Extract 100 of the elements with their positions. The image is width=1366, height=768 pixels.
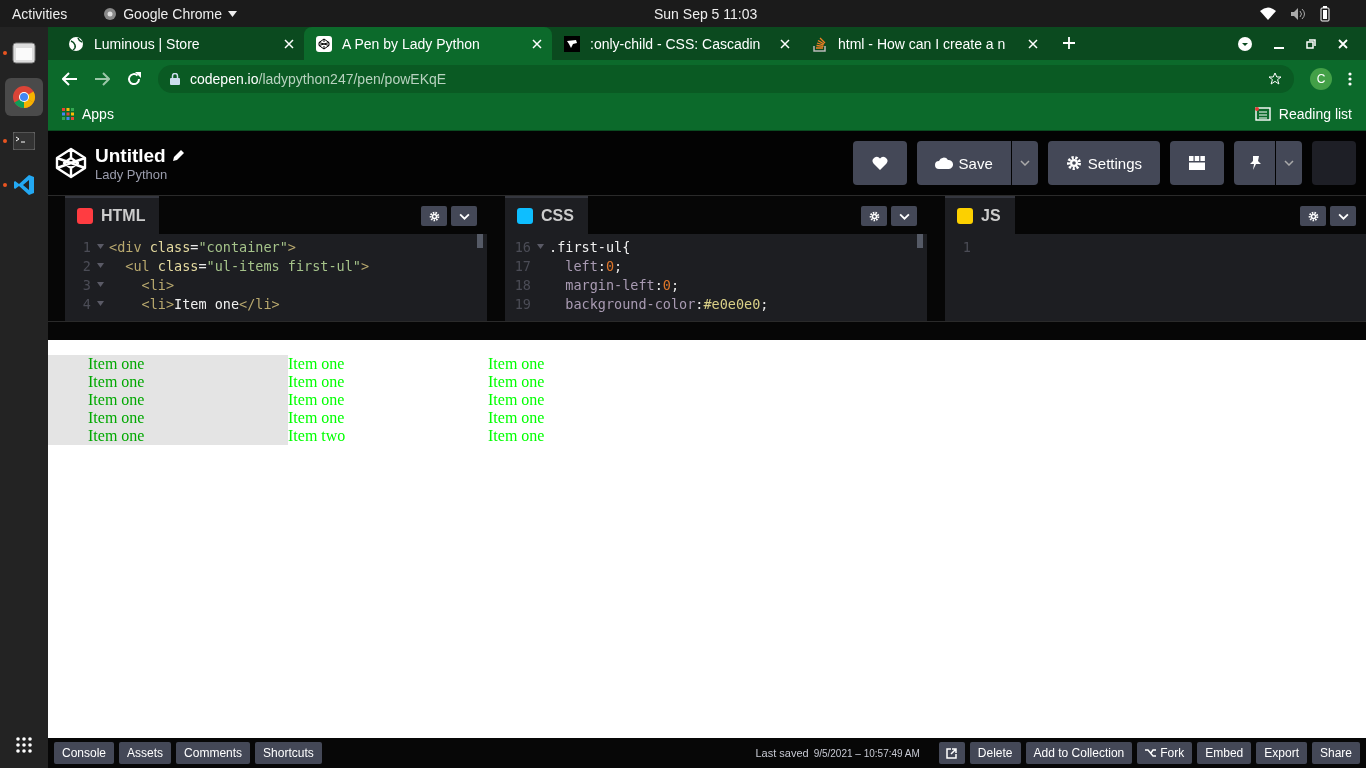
editor-settings-button[interactable]	[1300, 206, 1326, 226]
editor-tab[interactable]: CSS	[505, 196, 588, 234]
pin-button[interactable]	[1234, 141, 1275, 185]
close-icon[interactable]	[780, 38, 790, 49]
editor-collapse-button[interactable]	[1330, 206, 1356, 226]
footer-button[interactable]: Delete	[969, 742, 1021, 764]
tab-search-icon[interactable]	[1238, 36, 1252, 51]
reading-list-button[interactable]: Reading list	[1254, 105, 1352, 122]
language-icon	[77, 208, 93, 224]
like-button[interactable]	[852, 141, 907, 185]
footer-button[interactable]: Shortcuts	[255, 742, 322, 764]
fold-arrow-icon[interactable]	[96, 244, 104, 249]
fork-button[interactable]: Fork	[1137, 742, 1193, 764]
open-external-button[interactable]	[938, 742, 965, 764]
browser-tab[interactable]: :only-child - CSS: Cascadin	[552, 27, 800, 60]
last-saved-label: Last saved	[755, 747, 809, 759]
new-tab-icon[interactable]	[1062, 36, 1076, 50]
editor-tab[interactable]: JS	[945, 196, 1015, 234]
footer-button[interactable]: Console	[54, 742, 115, 764]
speaker-icon[interactable]	[1290, 6, 1306, 21]
globe-icon	[68, 35, 84, 52]
author-name[interactable]: Lady Python	[95, 166, 185, 182]
star-icon[interactable]	[1268, 71, 1282, 86]
tab-title: html - How can I create a n	[838, 35, 1007, 52]
codepen-logo-icon[interactable]	[55, 147, 87, 179]
forward-icon[interactable]	[94, 71, 110, 86]
restore-icon[interactable]	[1306, 38, 1316, 49]
footer-button[interactable]: Add to Collection	[1025, 742, 1133, 764]
gear-icon	[868, 210, 880, 222]
last-saved-time: 9/5/2021 – 10:57:49 AM	[813, 747, 920, 759]
close-icon[interactable]	[1028, 38, 1038, 49]
list-item: Item one	[488, 391, 546, 409]
list-item: Item one	[488, 427, 546, 445]
editor-settings-button[interactable]	[421, 206, 447, 226]
browser-tab[interactable]: html - How can I create a n	[800, 27, 1048, 60]
reload-icon[interactable]	[126, 70, 142, 87]
editor-collapse-button[interactable]	[451, 206, 477, 226]
chevron-down-icon	[1019, 160, 1030, 166]
code-line: background-color:#e0e0e0;	[564, 295, 769, 312]
tab-title: Luminous | Store	[94, 35, 201, 52]
gear-icon	[428, 210, 440, 222]
fold-arrow-icon[interactable]	[96, 263, 104, 268]
fold-arrow-icon[interactable]	[536, 244, 544, 249]
list-item: Item one	[488, 355, 546, 373]
code-line: <li>Item one</li>	[140, 295, 280, 312]
editor-settings-button[interactable]	[861, 206, 887, 226]
tab-title: A Pen by Lady Python	[342, 35, 481, 52]
pen-title[interactable]: Untitled	[95, 144, 166, 167]
wifi-icon[interactable]	[1260, 6, 1276, 21]
list-item: Item one	[88, 427, 146, 445]
editor-tab[interactable]: HTML	[65, 196, 160, 234]
apps-grid-icon	[62, 107, 74, 120]
close-icon[interactable]	[1338, 38, 1348, 49]
list-item: Item one	[488, 409, 546, 427]
scrollbar-thumb[interactable]	[477, 234, 483, 248]
heart-icon	[871, 156, 888, 170]
list-item: Item one	[288, 409, 346, 427]
cube-icon	[316, 35, 332, 52]
browser-tab[interactable]: A Pen by Lady Python	[304, 27, 552, 60]
scrollbar-thumb[interactable]	[917, 234, 923, 248]
back-icon[interactable]	[62, 71, 78, 86]
browser-tab[interactable]: Luminous | Store	[56, 27, 304, 60]
footer-button[interactable]: Comments	[176, 742, 251, 764]
address-bar[interactable]: codepen.io/ladypython247/pen/powEKqE	[158, 64, 1294, 93]
layout-button[interactable]	[1170, 141, 1224, 185]
dock-item[interactable]	[5, 78, 43, 116]
save-button[interactable]: Save	[916, 141, 1011, 185]
code-line: <div class="container">	[109, 238, 296, 255]
chrome-icon	[12, 85, 36, 109]
app-menu[interactable]: Google Chrome	[103, 5, 238, 22]
footer-button[interactable]: Embed	[1197, 742, 1252, 764]
fold-arrow-icon[interactable]	[96, 282, 104, 287]
list-item: Item one	[88, 409, 146, 427]
battery-icon[interactable]	[1320, 5, 1330, 22]
pencil-icon[interactable]	[171, 149, 185, 162]
save-options-button[interactable]	[1011, 141, 1038, 185]
list-item: Item one	[288, 355, 346, 373]
external-link-icon	[946, 747, 958, 759]
footer-button[interactable]: Export	[1256, 742, 1307, 764]
close-icon[interactable]	[284, 38, 294, 49]
footer-button[interactable]: Share	[1311, 742, 1360, 764]
activities-button[interactable]: Activities	[12, 5, 68, 22]
fold-arrow-icon[interactable]	[96, 301, 104, 306]
settings-button[interactable]: Settings	[1047, 141, 1160, 185]
chevron-down-icon	[1284, 160, 1294, 166]
lock-icon	[170, 72, 180, 85]
clock[interactable]: Sun Sep 5 11:03	[654, 5, 758, 22]
app-grid-icon[interactable]	[15, 736, 33, 754]
close-icon[interactable]	[532, 38, 542, 49]
code-line: margin-left:0;	[564, 276, 680, 293]
footer-button[interactable]: Assets	[119, 742, 172, 764]
tab-title: :only-child - CSS: Cascadin	[590, 35, 762, 52]
editor-collapse-button[interactable]	[891, 206, 917, 226]
chevron-down-icon	[898, 212, 910, 220]
code-editor-icon	[13, 174, 35, 196]
list-item: Item one	[88, 355, 146, 373]
menu-icon[interactable]	[1348, 71, 1352, 86]
stack-icon	[812, 35, 828, 52]
list-item: Item two	[288, 427, 347, 445]
apps-bookmark[interactable]: Apps	[62, 105, 114, 122]
